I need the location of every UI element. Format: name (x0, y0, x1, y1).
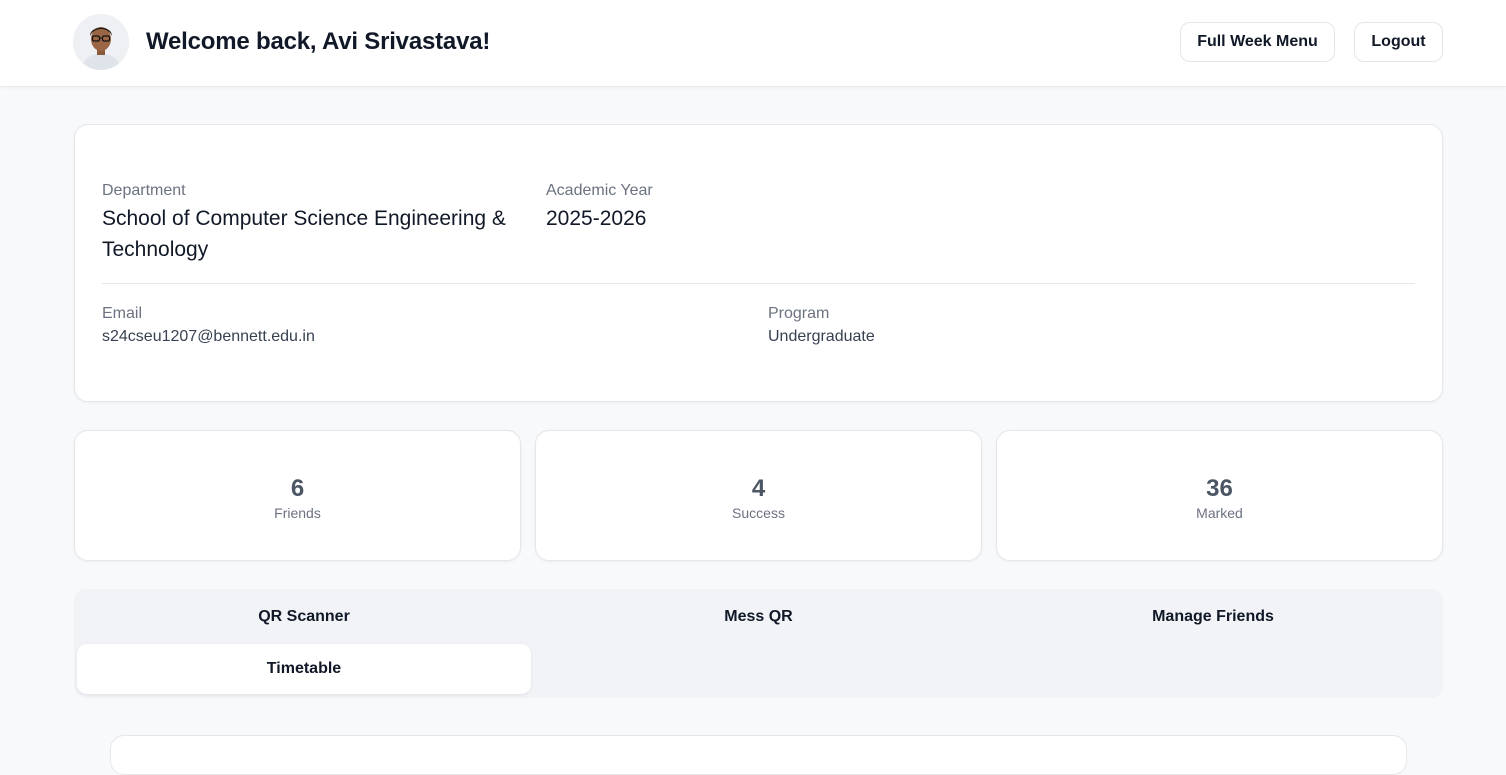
success-stat-card: 4 Success (535, 430, 982, 561)
tab-manage-friends[interactable]: Manage Friends (986, 592, 1440, 642)
friends-stat-card: 6 Friends (74, 430, 521, 561)
email-value: s24cseu1207@bennett.edu.in (102, 328, 315, 345)
friends-label: Friends (274, 505, 321, 521)
marked-count: 36 (1206, 475, 1233, 502)
tab-content-card (110, 735, 1407, 775)
welcome-heading: Welcome back, Avi Srivastava! (146, 28, 491, 55)
department-value: School of Computer Science Engineering &… (102, 207, 506, 261)
success-label: Success (732, 505, 785, 521)
tab-qr-scanner[interactable]: QR Scanner (77, 592, 531, 642)
success-count: 4 (751, 475, 766, 502)
marked-label: Marked (1196, 505, 1243, 521)
program-label: Program (768, 305, 830, 322)
full-week-menu-button[interactable]: Full Week Menu (1180, 22, 1335, 62)
top-header: Welcome back, Avi Srivastava! Full Week … (0, 0, 1506, 87)
program-value: Undergraduate (768, 328, 875, 345)
profile-info-card: Department School of Computer Science En… (74, 124, 1443, 402)
dashboard-tabs: QR Scanner Mess QR Manage Friends Timeta… (74, 589, 1443, 698)
marked-stat-card: 36 Marked (996, 430, 1443, 561)
profile-divider (102, 283, 1415, 284)
email-label: Email (102, 305, 143, 322)
tab-mess-qr[interactable]: Mess QR (531, 592, 986, 642)
avatar[interactable] (73, 14, 129, 70)
academic-year-label: Academic Year (546, 182, 653, 199)
logout-button[interactable]: Logout (1354, 22, 1443, 62)
friends-count: 6 (290, 475, 305, 502)
tab-timetable[interactable]: Timetable (77, 644, 531, 694)
academic-year-value: 2025-2026 (546, 207, 647, 230)
user-avatar-icon (73, 14, 129, 70)
department-label: Department (102, 182, 186, 199)
